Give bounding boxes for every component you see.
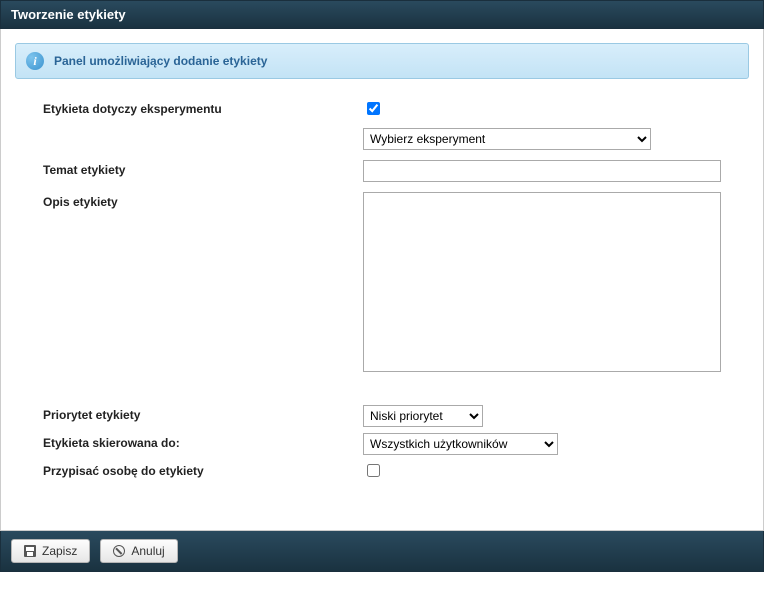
desc-textarea[interactable] xyxy=(363,192,721,372)
save-button[interactable]: Zapisz xyxy=(11,539,90,563)
cancel-icon xyxy=(113,545,125,557)
row-priority: Priorytet etykiety Niski priorytet xyxy=(43,405,721,427)
save-button-label: Zapisz xyxy=(42,544,77,558)
row-desc: Opis etykiety xyxy=(43,192,721,375)
experiment-select[interactable]: Wybierz eksperyment xyxy=(363,128,651,150)
form-area: Etykieta dotyczy eksperymentu Wybierz ek… xyxy=(15,79,749,530)
panel-title: Tworzenie etykiety xyxy=(0,0,764,29)
save-icon xyxy=(24,545,36,557)
label-experiment: Etykieta dotyczy eksperymentu xyxy=(43,99,363,116)
row-target: Etykieta skierowana do: Wszystkich użytk… xyxy=(43,433,721,455)
label-subject: Temat etykiety xyxy=(43,160,363,177)
subject-input[interactable] xyxy=(363,160,721,182)
cancel-button-label: Anuluj xyxy=(131,544,164,558)
label-desc: Opis etykiety xyxy=(43,192,363,209)
info-icon: i xyxy=(26,52,44,70)
priority-select[interactable]: Niski priorytet xyxy=(363,405,483,427)
row-experiment-flag: Etykieta dotyczy eksperymentu xyxy=(43,99,721,118)
info-box: i Panel umożliwiający dodanie etykiety xyxy=(15,43,749,79)
row-subject: Temat etykiety xyxy=(43,160,721,182)
experiment-checkbox[interactable] xyxy=(367,102,380,115)
assign-checkbox[interactable] xyxy=(367,464,380,477)
row-assign: Przypisać osobę do etykiety xyxy=(43,461,721,480)
cancel-button[interactable]: Anuluj xyxy=(100,539,177,563)
info-text: Panel umożliwiający dodanie etykiety xyxy=(54,54,267,68)
panel-footer: Zapisz Anuluj xyxy=(0,531,764,572)
row-experiment-select: Wybierz eksperyment xyxy=(43,128,721,150)
label-target: Etykieta skierowana do: xyxy=(43,433,363,450)
target-select[interactable]: Wszystkich użytkowników xyxy=(363,433,558,455)
label-assign: Przypisać osobę do etykiety xyxy=(43,461,363,478)
label-create-panel: Tworzenie etykiety i Panel umożliwiający… xyxy=(0,0,764,572)
panel-body: i Panel umożliwiający dodanie etykiety E… xyxy=(0,29,764,531)
label-priority: Priorytet etykiety xyxy=(43,405,363,422)
